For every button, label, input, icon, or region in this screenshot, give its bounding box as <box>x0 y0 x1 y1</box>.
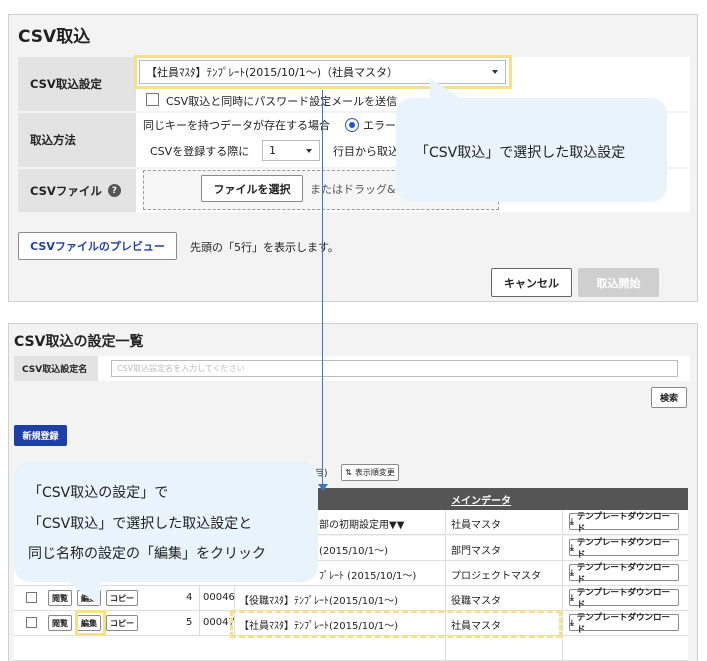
start-import-button[interactable]: 取込開始 <box>578 268 659 297</box>
row-id: 00046 <box>203 592 235 603</box>
setting-name-placeholder: CSV取込設定名を入力してください <box>117 364 245 373</box>
file-select-button[interactable]: ファイルを選択 <box>201 175 303 202</box>
table-row <box>14 636 688 661</box>
register-text: CSVを登録する際に <box>150 145 250 158</box>
callout-2-line-3: 同じ名称の設定の「編集」をクリック <box>28 546 266 562</box>
row-checkbox[interactable] <box>26 592 37 603</box>
connector-line <box>322 90 323 487</box>
row-name: (2015/10/1～) <box>319 546 389 557</box>
file-label: CSVファイル <box>30 183 102 198</box>
preview-button[interactable]: CSVファイルのプレビュー <box>18 232 177 260</box>
callout-2-line-1: 「CSV取込の設定」で <box>28 485 169 501</box>
setting-select-highlight <box>134 55 512 89</box>
view-button[interactable]: 閲覧 <box>48 615 72 631</box>
search-button[interactable]: 検索 <box>651 387 687 408</box>
setting-name-label: CSV取込設定名 <box>14 356 98 381</box>
password-mail-label: CSV取込と同時にパスワード設定メールを送信 <box>166 95 398 108</box>
callout-2-line-2: 「CSV取込」で選択した取込設定と <box>28 516 253 532</box>
callout-1-text: 「CSV取込」で選択した取込設定 <box>415 145 626 161</box>
row-number: 5 <box>186 617 193 628</box>
start-row-value: 1 <box>269 144 276 157</box>
template-download-button[interactable]: ⤓ テンプレートダウンロード <box>569 512 679 534</box>
row-name: 【役職ﾏｽﾀ】ﾃﾝﾌﾟﾚｰﾄ(2015/10/1～) <box>239 596 399 607</box>
row-number: 4 <box>186 592 193 603</box>
error-radio-label: エラー <box>363 119 396 132</box>
row-highlight <box>230 610 562 638</box>
row-checkbox[interactable] <box>26 617 37 628</box>
sort-icon: ⇅ <box>345 468 352 477</box>
row-name: 部の初期設定用▼▼ <box>319 520 405 531</box>
help-icon[interactable]: ? <box>107 184 121 197</box>
setting-label: CSV取込設定 <box>18 57 136 111</box>
download-icon: ⤓ <box>570 617 574 628</box>
row-main-data: 社員マスタ <box>451 520 501 531</box>
template-download-button[interactable]: ⤓ テンプレートダウンロード <box>569 538 679 560</box>
edit-button-highlight <box>75 610 106 636</box>
row-main-data: 部門マスタ <box>451 546 501 557</box>
template-download-button[interactable]: ⤓ テンプレートダウンロード <box>569 613 679 635</box>
download-icon: ⤓ <box>570 542 574 553</box>
download-icon: ⤓ <box>570 567 574 578</box>
settings-list-title: CSV取込の設定一覧 <box>14 334 144 350</box>
setting-name-input[interactable]: CSV取込設定名を入力してください <box>111 360 678 377</box>
row-suffix-text: 行目から取込 <box>333 145 399 158</box>
copy-button[interactable]: コピー <box>106 590 138 606</box>
duplicate-key-text: 同じキーを持つデータが存在する場合 <box>143 119 330 132</box>
template-download-button[interactable]: ⤓ テンプレートダウンロード <box>569 588 679 610</box>
main-data-header[interactable]: メインデータ <box>451 492 511 507</box>
download-icon: ⤓ <box>570 592 574 603</box>
row-main-data: 役職マスタ <box>451 596 501 607</box>
method-label: 取込方法 <box>18 113 136 167</box>
copy-button[interactable]: コピー <box>106 615 138 631</box>
cancel-button[interactable]: キャンセル <box>491 268 572 297</box>
arrow-down-icon <box>318 484 328 491</box>
row-name: ﾌﾟﾚｰﾄ (2015/10/1～) <box>319 571 417 582</box>
password-mail-checkbox[interactable] <box>146 93 159 106</box>
display-order-button[interactable]: ⇅ 表示順変更 <box>341 464 399 481</box>
download-icon: ⤓ <box>570 516 574 527</box>
preview-text: 先頭の「5行」を表示します。 <box>190 241 339 254</box>
page-title: CSV取込 <box>18 27 91 47</box>
error-radio[interactable] <box>345 118 359 132</box>
new-register-button[interactable]: 新規登録 <box>14 425 67 446</box>
chevron-down-icon <box>306 148 312 153</box>
row-main-data: プロジェクトマスタ <box>451 571 541 582</box>
table-row: 閲覧 編集 コピー 4 00046 【役職ﾏｽﾀ】ﾃﾝﾌﾟﾚｰﾄ(2015/10… <box>14 586 688 611</box>
view-button[interactable]: 閲覧 <box>48 590 72 606</box>
template-download-button[interactable]: ⤓ テンプレートダウンロード <box>569 563 679 585</box>
start-row-select[interactable]: 1 <box>262 140 320 161</box>
